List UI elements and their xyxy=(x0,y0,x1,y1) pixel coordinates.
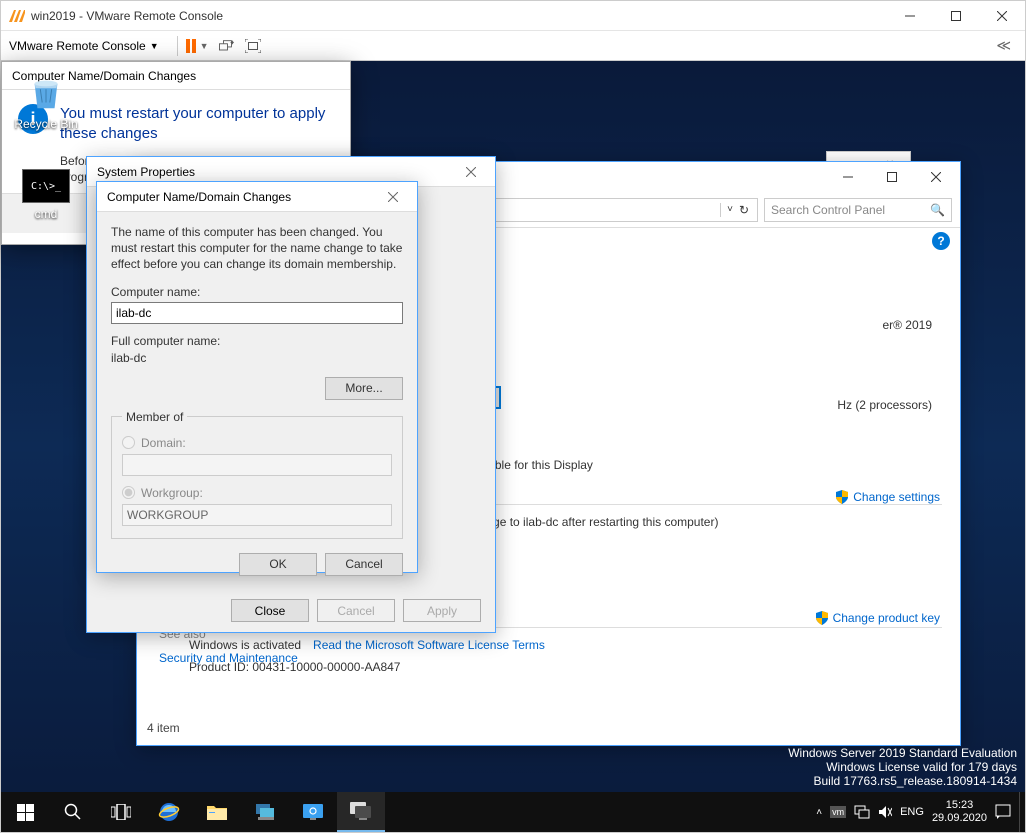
task-view-button[interactable] xyxy=(97,792,145,832)
language-indicator[interactable]: ENG xyxy=(900,806,924,818)
search-button[interactable] xyxy=(49,792,97,832)
pause-icon xyxy=(186,39,196,53)
build-watermark: Windows Server 2019 Standard Evaluation … xyxy=(788,746,1017,788)
domain-label: Domain: xyxy=(141,436,186,450)
search-icon: 🔍 xyxy=(930,203,945,217)
security-maintenance-link[interactable]: Security and Maintenance xyxy=(159,651,298,665)
vmware-logo-icon xyxy=(9,8,25,24)
computer-name-input[interactable] xyxy=(111,302,403,324)
cmd-glyph xyxy=(22,169,70,203)
change-product-key-text: Change product key xyxy=(833,611,940,625)
build-line-1: Windows Server 2019 Standard Evaluation xyxy=(788,746,1017,760)
tray-overflow-button[interactable]: ˄ xyxy=(816,807,822,818)
cancel-button[interactable]: Cancel xyxy=(325,553,403,576)
processor-value: Hz (2 processors) xyxy=(837,398,932,412)
namechg-description: The name of this computer has been chang… xyxy=(111,224,403,273)
member-of-fieldset: Member of Domain: Workgroup: xyxy=(111,410,403,539)
member-of-legend: Member of xyxy=(122,410,187,424)
recycle-bin-icon[interactable]: Recycle Bin xyxy=(9,73,83,131)
start-button[interactable] xyxy=(1,792,49,832)
cmd-label: cmd xyxy=(9,207,83,221)
change-product-key-link[interactable]: Change product key xyxy=(815,611,940,625)
cmd-shortcut-icon[interactable]: cmd xyxy=(9,169,83,221)
search-control-panel-input[interactable]: Search Control Panel 🔍 xyxy=(764,198,952,222)
settings-taskbar-icon[interactable] xyxy=(289,792,337,832)
domain-radio xyxy=(122,436,135,449)
fullscreen-button[interactable] xyxy=(245,38,261,54)
close-button[interactable] xyxy=(449,158,493,186)
action-center-button[interactable] xyxy=(995,804,1011,820)
recycle-bin-label: Recycle Bin xyxy=(9,117,83,131)
clock[interactable]: 15:23 29.09.2020 xyxy=(932,799,987,825)
clock-time: 15:23 xyxy=(932,799,987,812)
refresh-button[interactable]: ↻ xyxy=(739,203,749,217)
vmtools-tray-icon[interactable]: vm xyxy=(830,806,846,818)
close-button[interactable]: Close xyxy=(231,599,309,622)
maximize-button[interactable] xyxy=(870,163,914,191)
vmware-toolbar: VMware Remote Console ▼ ▼ ≪ xyxy=(1,31,1025,61)
apply-button: Apply xyxy=(403,599,481,622)
volume-tray-icon[interactable] xyxy=(878,805,892,819)
workgroup-input xyxy=(122,504,392,526)
chevron-down-icon: ▼ xyxy=(200,41,209,51)
name-changes-dialog: Computer Name/Domain Changes The name of… xyxy=(96,181,418,573)
clock-date: 29.09.2020 xyxy=(932,812,987,825)
shield-icon xyxy=(835,490,849,504)
toolbar-divider xyxy=(177,36,178,56)
vmware-menu-label: VMware Remote Console xyxy=(9,39,146,53)
namechg-titlebar[interactable]: Computer Name/Domain Changes xyxy=(97,182,417,212)
close-button[interactable] xyxy=(371,183,415,211)
vmware-titlebar: win2019 - VMware Remote Console xyxy=(1,1,1025,31)
maximize-button[interactable] xyxy=(933,1,979,31)
license-terms-link[interactable]: Read the Microsoft Software License Term… xyxy=(313,638,545,652)
pin-button[interactable]: ≪ xyxy=(996,37,1011,54)
close-button[interactable] xyxy=(914,163,958,191)
recycle-bin-glyph xyxy=(26,73,66,113)
taskbar: ˄ vm ENG 15:23 29.09.2020 xyxy=(1,792,1025,832)
system-taskbar-icon[interactable] xyxy=(337,792,385,832)
build-line-3: Build 17763.rs5_release.180914-1434 xyxy=(788,774,1017,788)
shield-icon xyxy=(815,611,829,625)
vmware-window-controls xyxy=(887,1,1025,31)
more-button[interactable]: More... xyxy=(325,377,403,400)
ie-taskbar-icon[interactable] xyxy=(145,792,193,832)
server-manager-taskbar-icon[interactable] xyxy=(241,792,289,832)
minimize-button[interactable] xyxy=(887,1,933,31)
send-cad-button[interactable] xyxy=(219,38,235,54)
explorer-taskbar-icon[interactable] xyxy=(193,792,241,832)
network-tray-icon[interactable] xyxy=(854,805,870,819)
items-count: 4 item xyxy=(147,721,180,735)
show-desktop-button[interactable] xyxy=(1019,792,1025,832)
search-placeholder: Search Control Panel xyxy=(771,203,885,217)
minimize-button[interactable] xyxy=(826,163,870,191)
ok-button[interactable]: OK xyxy=(239,553,317,576)
full-computer-name-label: Full computer name: xyxy=(111,334,403,348)
system-tray: ˄ vm ENG 15:23 29.09.2020 xyxy=(808,799,1019,825)
chevron-down-icon[interactable]: ˅ xyxy=(727,204,733,215)
namechg-title: Computer Name/Domain Changes xyxy=(107,190,291,204)
chevron-down-icon: ▼ xyxy=(150,41,159,51)
domain-input xyxy=(122,454,392,476)
help-icon[interactable]: ? xyxy=(932,232,950,250)
build-line-2: Windows License valid for 179 days xyxy=(788,760,1017,774)
edition-value: er® 2019 xyxy=(882,318,932,332)
full-computer-name-value: ilab-dc xyxy=(111,351,403,365)
restart-heading: You must restart your computer to apply … xyxy=(60,104,334,143)
vmware-window-title: win2019 - VMware Remote Console xyxy=(31,9,223,23)
change-settings-link[interactable]: Change settings xyxy=(835,490,940,504)
sysprops-title: System Properties xyxy=(97,165,195,179)
pause-button[interactable]: ▼ xyxy=(186,39,209,53)
computer-name-label: Computer name: xyxy=(111,285,403,299)
close-button[interactable] xyxy=(979,1,1025,31)
vmware-menu[interactable]: VMware Remote Console ▼ xyxy=(9,39,159,53)
workgroup-radio xyxy=(122,486,135,499)
change-settings-text: Change settings xyxy=(853,490,940,504)
workgroup-label: Workgroup: xyxy=(141,486,203,500)
guest-desktop[interactable]: Recycle Bin cmd — ✕ ← → ↑ xyxy=(1,61,1025,832)
cancel-button: Cancel xyxy=(317,599,395,622)
vmware-window: win2019 - VMware Remote Console VMware R… xyxy=(0,0,1026,833)
